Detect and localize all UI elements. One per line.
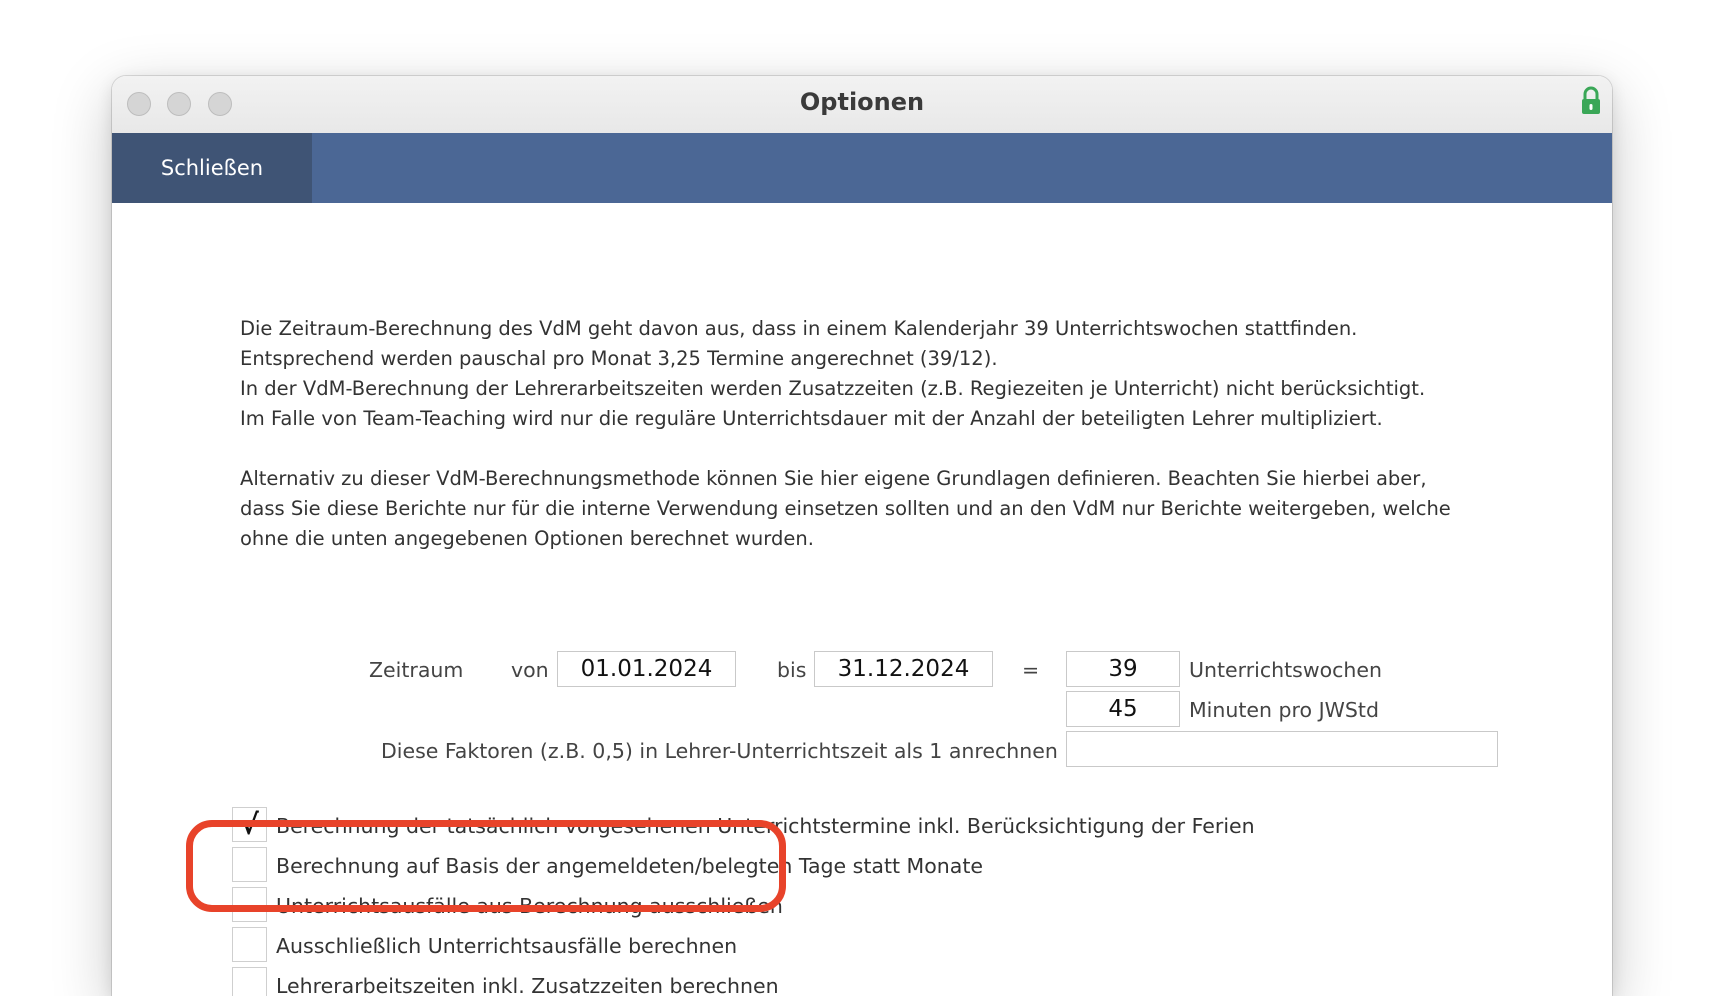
minutes-input[interactable] bbox=[1066, 691, 1180, 727]
period-label: Zeitraum bbox=[369, 658, 464, 682]
option-label: Ausschließlich Unterrichtsausfälle berec… bbox=[276, 934, 738, 958]
title-bar: Optionen bbox=[112, 76, 1612, 134]
window-title: Optionen bbox=[799, 88, 925, 116]
from-label: von bbox=[511, 658, 549, 682]
from-date-input[interactable] bbox=[557, 651, 736, 687]
info-paragraph-1: Die Zeitraum-Berechnung des VdM geht dav… bbox=[240, 314, 1540, 434]
info-line: Alternativ zu dieser VdM-Berechnungsmeth… bbox=[240, 467, 1427, 490]
toolbar: Schließen bbox=[112, 133, 1612, 203]
factors-label: Diese Faktoren (z.B. 0,5) in Lehrer-Unte… bbox=[381, 739, 1058, 763]
minutes-label: Minuten pro JWStd bbox=[1189, 698, 1379, 722]
to-label: bis bbox=[777, 658, 807, 682]
equals-sign: = bbox=[1022, 658, 1040, 682]
info-line: Die Zeitraum-Berechnung des VdM geht dav… bbox=[240, 317, 1358, 340]
weeks-input[interactable] bbox=[1066, 651, 1180, 687]
close-button[interactable]: Schließen bbox=[112, 133, 312, 203]
option-checkbox-extra-times[interactable] bbox=[232, 967, 267, 996]
info-paragraph-2: Alternativ zu dieser VdM-Berechnungsmeth… bbox=[240, 464, 1540, 554]
option-label: Lehrerarbeitszeiten inkl. Zusatzzeiten b… bbox=[276, 974, 779, 996]
option-checkbox-only-cancellations[interactable] bbox=[232, 927, 267, 962]
info-line: Entsprechend werden pauschal pro Monat 3… bbox=[240, 347, 998, 370]
weeks-label: Unterrichtswochen bbox=[1189, 658, 1382, 682]
info-line: dass Sie diese Berichte nur für die inte… bbox=[240, 497, 1451, 520]
info-line: In der VdM-Berechnung der Lehrerarbeitsz… bbox=[240, 377, 1426, 400]
to-date-input[interactable] bbox=[814, 651, 993, 687]
factors-input[interactable] bbox=[1066, 731, 1498, 767]
info-line: Im Falle von Team-Teaching wird nur die … bbox=[240, 407, 1383, 430]
lock-icon bbox=[1582, 86, 1600, 114]
info-line: ohne die unten angegebenen Optionen bere… bbox=[240, 527, 814, 550]
highlight-annotation bbox=[186, 820, 786, 912]
